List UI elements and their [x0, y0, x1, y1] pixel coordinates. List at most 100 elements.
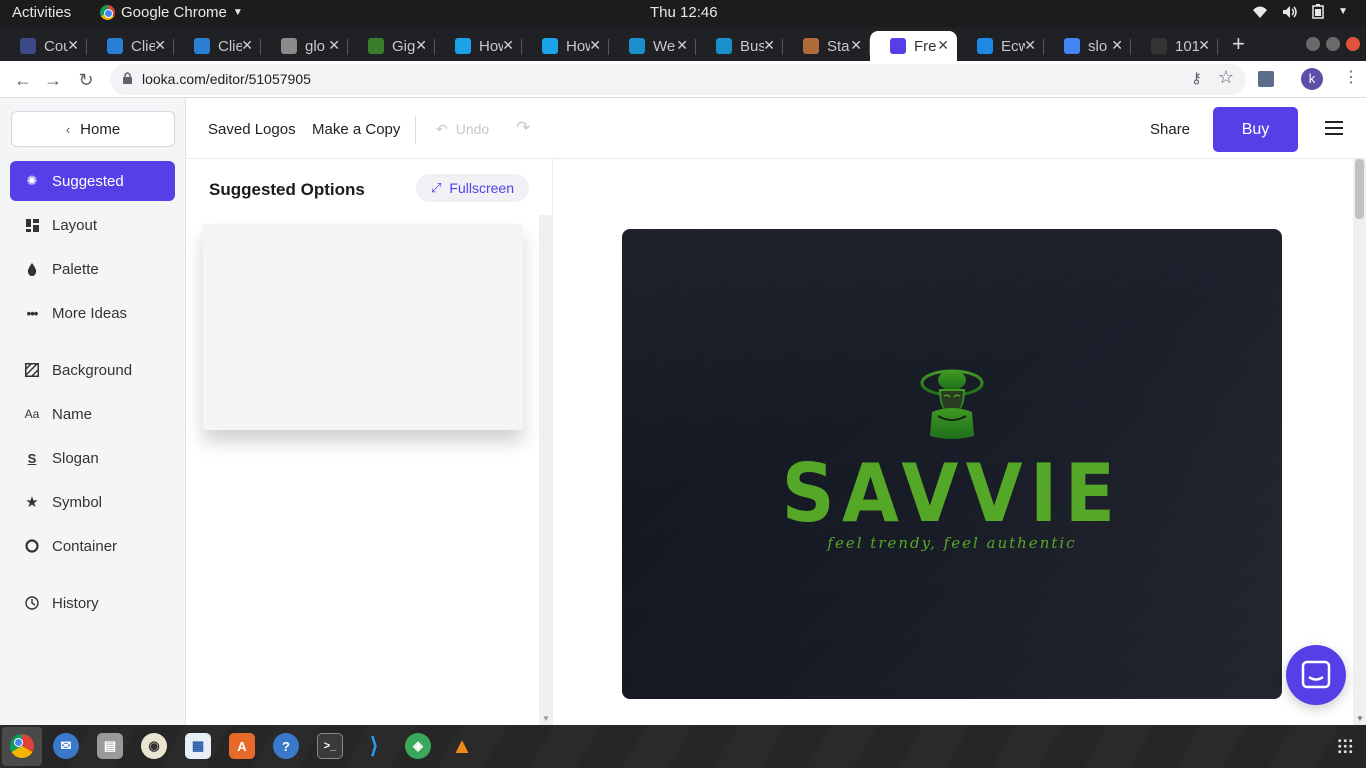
reload-button[interactable]: ↻	[73, 67, 99, 93]
browser-tab[interactable]: Ecw ✕	[957, 31, 1044, 61]
rhythmbox-icon[interactable]: ◉	[141, 733, 167, 759]
sidebar-item-layout[interactable]: Layout	[10, 205, 175, 245]
tab-title: slo	[1088, 37, 1108, 55]
close-tab-icon[interactable]: ✕	[850, 37, 862, 54]
canvas-scrollbar[interactable]: ▼	[1353, 159, 1366, 725]
clock-icon	[24, 595, 40, 611]
activities-button[interactable]: Activities	[12, 4, 71, 21]
scrollbar-thumb[interactable]	[1355, 159, 1364, 219]
browser-toolbar: ← → ↻ looka.com/editor/51057905 ⚷ ☆	[0, 61, 1366, 98]
close-tab-icon[interactable]: ✕	[1111, 37, 1123, 54]
close-window-button[interactable]	[1346, 37, 1360, 51]
editor-toolbar: Saved Logos Make a Copy ↶ Undo ↷ Share B…	[186, 98, 1366, 159]
logo-preview[interactable]: SAVVIE feel trendy, feel authentic	[622, 229, 1282, 699]
files-icon[interactable]: ▤	[97, 733, 123, 759]
sidebar-item-label: Slogan	[52, 449, 99, 467]
sidebar-item-slogan[interactable]: S Slogan	[10, 438, 175, 478]
sidebar-item-background[interactable]: Background	[10, 350, 175, 390]
home-button[interactable]: ‹ Home	[11, 111, 175, 147]
close-tab-icon[interactable]: ✕	[67, 37, 79, 54]
url-text: looka.com/editor/51057905	[142, 71, 311, 87]
browser-tab[interactable]: Clie ✕	[174, 31, 261, 61]
suggested-option-card[interactable]	[203, 224, 523, 430]
tab-title: Clie	[218, 37, 242, 55]
sidebar-item-history[interactable]: History	[10, 583, 175, 623]
saved-logos-link[interactable]: Saved Logos	[208, 121, 296, 138]
app-menu[interactable]: Google Chrome ▼	[100, 4, 243, 21]
browser-tab[interactable]: How✕	[435, 31, 522, 61]
share-button[interactable]: Share	[1150, 121, 1190, 138]
sidebar-item-more-ideas[interactable]: ••• More Ideas	[10, 293, 175, 333]
close-tab-icon[interactable]: ✕	[154, 37, 166, 54]
browser-tab[interactable]: Clie ✕	[87, 31, 174, 61]
software-center-icon[interactable]: A	[229, 733, 255, 759]
new-tab-button[interactable]: +	[1232, 31, 1245, 57]
panel-scrollbar[interactable]: ▼	[539, 215, 552, 725]
logo-canvas: SAVVIE feel trendy, feel authentic ▼	[553, 159, 1366, 725]
browser-tab[interactable]: Fre ✕	[870, 31, 957, 61]
app-menu-label: Google Chrome	[121, 4, 227, 21]
browser-tab[interactable]: 101 ✕	[1131, 31, 1218, 61]
help-icon[interactable]: ?	[273, 733, 299, 759]
save-extension-icon[interactable]	[1258, 71, 1274, 87]
minimize-button[interactable]	[1306, 37, 1320, 51]
browser-tab[interactable]: Bus ✕	[696, 31, 783, 61]
close-tab-icon[interactable]: ✕	[1198, 37, 1210, 54]
battery-icon	[1312, 4, 1324, 19]
address-bar[interactable]: looka.com/editor/51057905 ⚷ ☆	[110, 64, 1246, 95]
browser-tab[interactable]: Gig ✕	[348, 31, 435, 61]
tab-title: How	[479, 37, 503, 55]
vlc-icon[interactable]: ▲	[449, 733, 475, 759]
browser-tab[interactable]: Cou ✕	[0, 31, 87, 61]
system-tray[interactable]: ▼	[1252, 4, 1348, 19]
show-applications-icon[interactable]	[1337, 738, 1353, 754]
menu-icon[interactable]	[1325, 121, 1343, 135]
close-tab-icon[interactable]: ✕	[328, 37, 340, 54]
close-tab-icon[interactable]: ✕	[676, 37, 688, 54]
close-tab-icon[interactable]: ✕	[589, 37, 601, 54]
android-studio-icon[interactable]: ◈	[405, 733, 431, 759]
buy-button[interactable]: Buy	[1213, 107, 1298, 152]
document-viewer-icon[interactable]: ▦	[185, 733, 211, 759]
close-tab-icon[interactable]: ✕	[502, 37, 514, 54]
bookmark-star-icon[interactable]: ☆	[1218, 67, 1234, 88]
chrome-menu-icon[interactable]: ⋮	[1343, 67, 1359, 87]
sidebar-item-symbol[interactable]: ★ Symbol	[10, 482, 175, 522]
sidebar-item-suggested[interactable]: ✺ Suggested	[10, 161, 175, 201]
tab-title: glo	[305, 37, 326, 55]
dots-icon: •••	[26, 305, 39, 321]
vscode-icon[interactable]: ⟩	[361, 733, 387, 759]
close-tab-icon[interactable]: ✕	[241, 37, 253, 54]
forward-button[interactable]: →	[40, 67, 66, 93]
browser-tab[interactable]: slo ✕	[1044, 31, 1131, 61]
browser-tab[interactable]: Sta ✕	[783, 31, 870, 61]
fullscreen-label: Fullscreen	[449, 180, 514, 196]
terminal-icon[interactable]: >_	[317, 733, 343, 759]
fullscreen-button[interactable]: ⤢ Fullscreen	[416, 174, 529, 202]
browser-tab[interactable]: glo ✕	[261, 31, 348, 61]
make-copy-link[interactable]: Make a Copy	[312, 121, 400, 138]
sidebar-item-container[interactable]: Container	[10, 526, 175, 566]
tab-title: Sta	[827, 37, 850, 55]
maximize-button[interactable]	[1326, 37, 1340, 51]
chrome-dock-icon[interactable]	[9, 733, 35, 759]
tab-title: Gig	[392, 37, 416, 55]
clock[interactable]: Thu 12:46	[650, 4, 718, 21]
redo-icon[interactable]: ↷	[516, 118, 530, 138]
favicon-icon	[1064, 38, 1080, 54]
browser-tab[interactable]: How✕	[522, 31, 609, 61]
close-tab-icon[interactable]: ✕	[415, 37, 427, 54]
undo-button[interactable]: ↶ Undo	[436, 121, 489, 138]
favicon-icon	[629, 38, 645, 54]
close-tab-icon[interactable]: ✕	[1024, 37, 1036, 54]
chat-support-button[interactable]	[1286, 645, 1346, 705]
sidebar-item-name[interactable]: Aa Name	[10, 394, 175, 434]
profile-avatar[interactable]: k	[1301, 68, 1323, 90]
close-tab-icon[interactable]: ✕	[763, 37, 775, 54]
back-button[interactable]: ←	[10, 67, 36, 93]
browser-tab[interactable]: We ✕	[609, 31, 696, 61]
close-tab-icon[interactable]: ✕	[937, 37, 949, 54]
key-icon[interactable]: ⚷	[1191, 69, 1202, 87]
sidebar-item-palette[interactable]: Palette	[10, 249, 175, 289]
thunderbird-icon[interactable]: ✉	[53, 733, 79, 759]
